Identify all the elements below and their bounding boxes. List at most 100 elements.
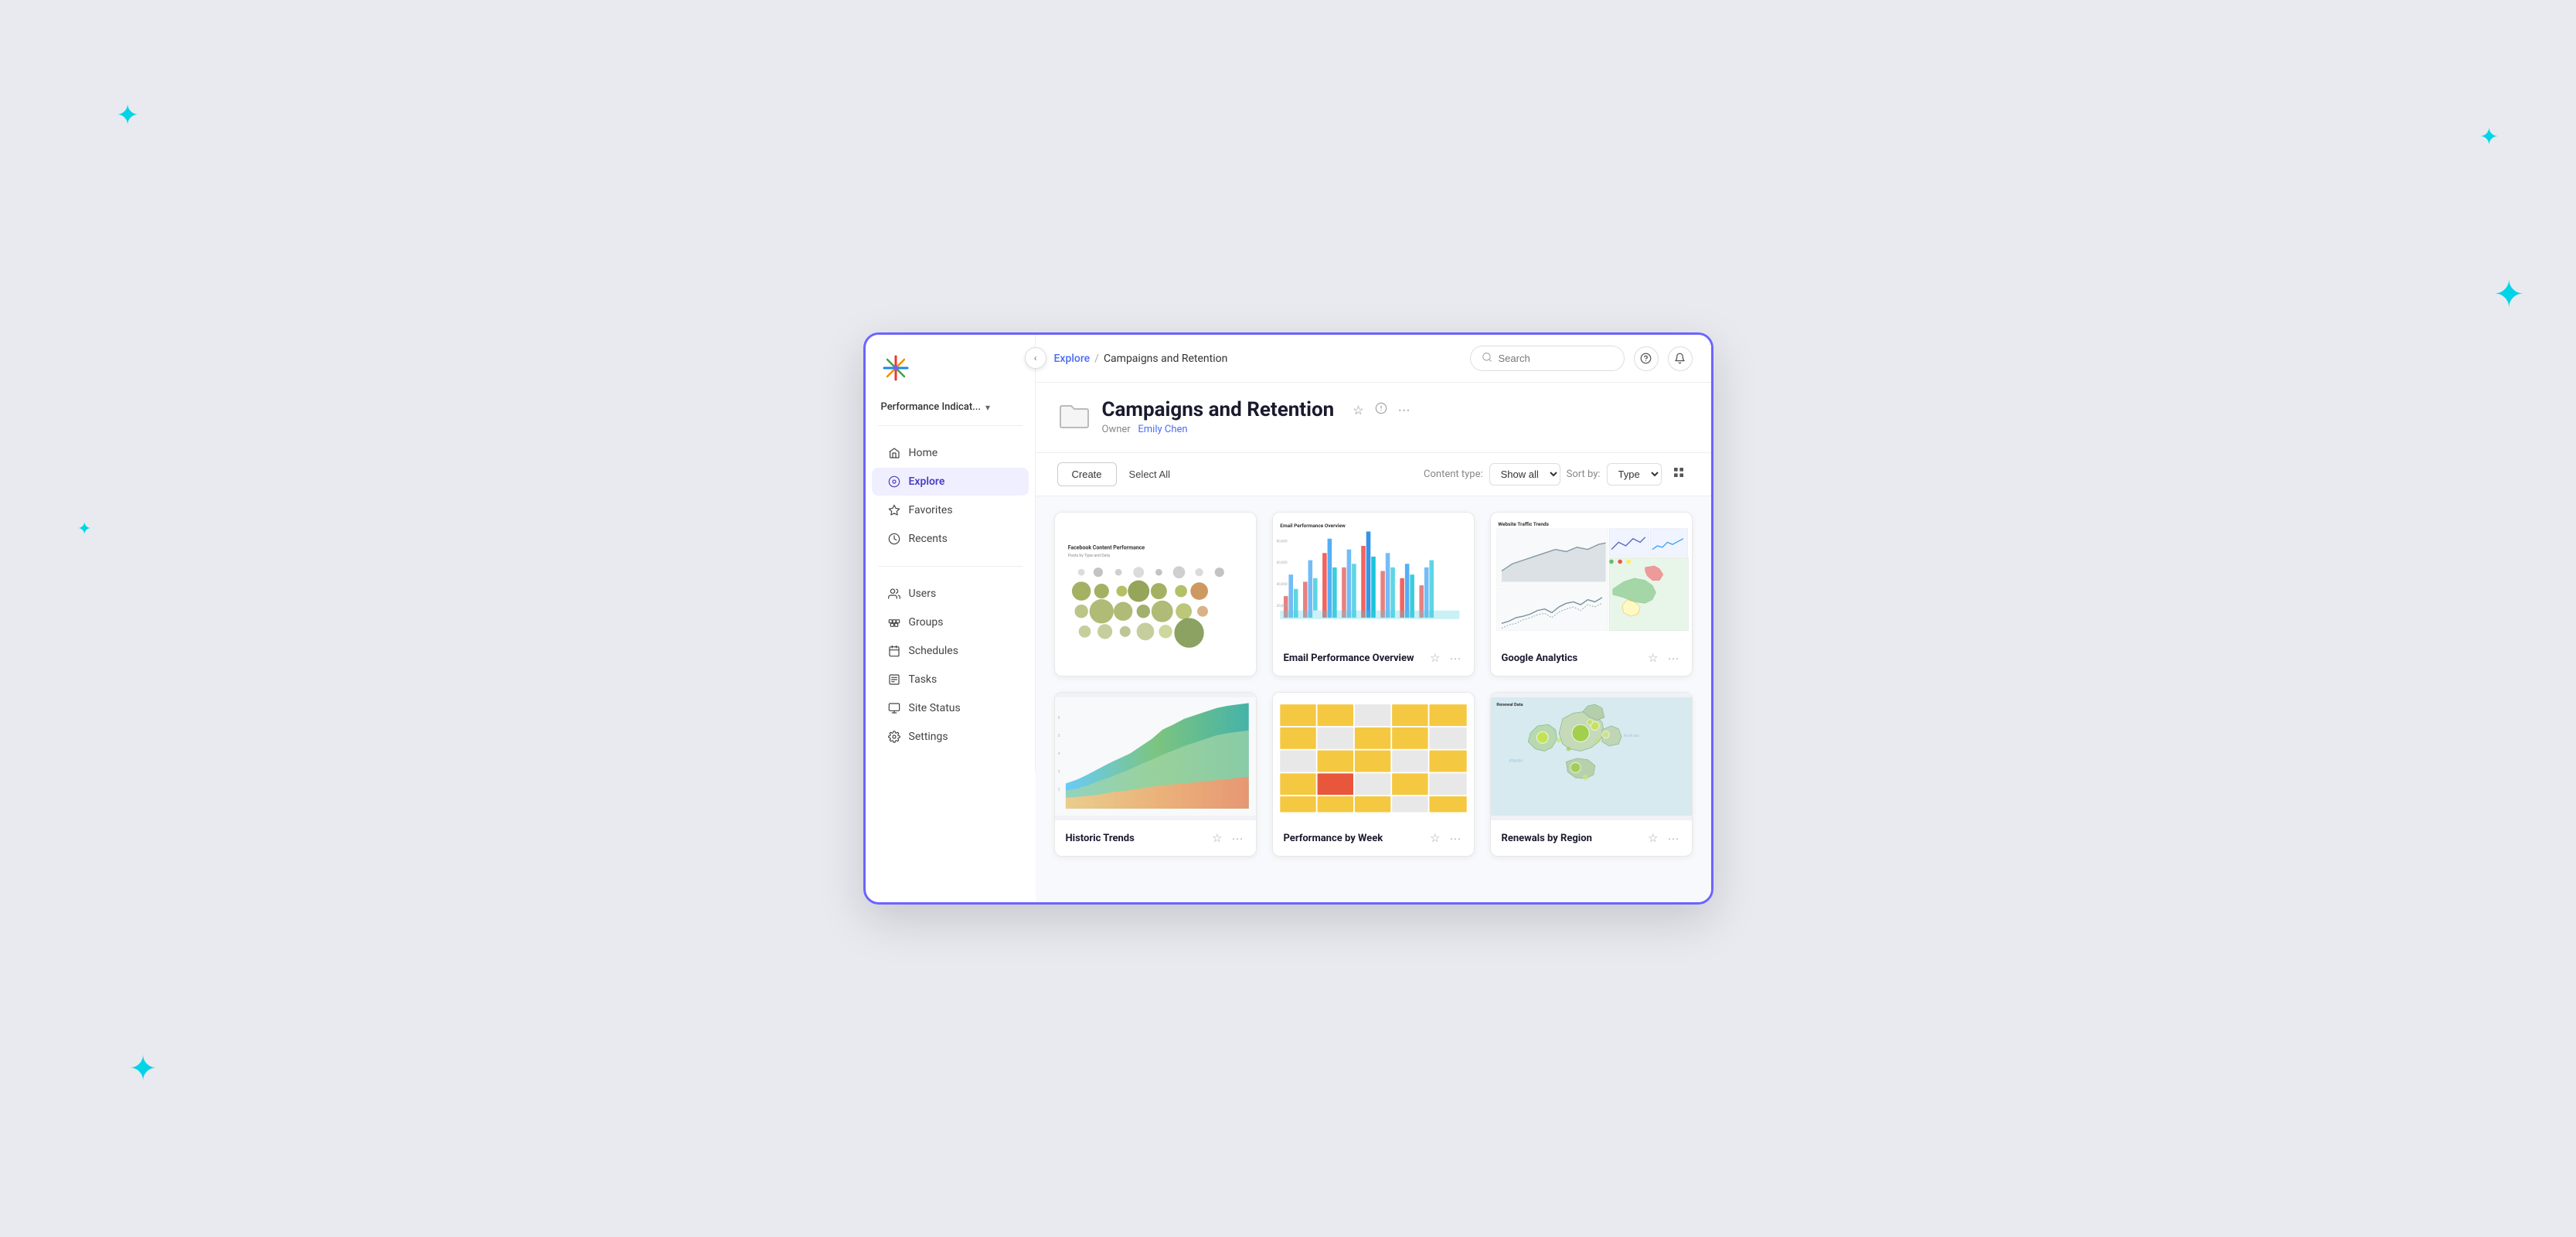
card-grid: Facebook Content Performance Posts by Ty… bbox=[1054, 512, 1693, 857]
sidebar-collapse-button[interactable]: ‹ bbox=[1025, 347, 1046, 369]
card-footer-performance-week: Performance by Week ☆ ··· bbox=[1273, 820, 1474, 856]
card-renewals-region[interactable]: Renewal Data bbox=[1490, 692, 1693, 857]
breadcrumb-explore[interactable]: Explore bbox=[1054, 353, 1091, 365]
create-button[interactable]: Create bbox=[1057, 462, 1117, 486]
card-actions-performance-week: ☆ ··· bbox=[1428, 830, 1462, 847]
star-button-performance-week[interactable]: ☆ bbox=[1428, 830, 1441, 847]
folder-icon bbox=[1057, 400, 1091, 434]
sparkle-decoration-4: ✦ bbox=[2479, 124, 2499, 151]
svg-text:2: 2 bbox=[1057, 788, 1060, 792]
content-type-select[interactable]: Show all bbox=[1489, 463, 1560, 486]
card-performance-week[interactable]: Performance by Week ☆ ··· bbox=[1272, 692, 1475, 857]
svg-text:4: 4 bbox=[1057, 751, 1060, 756]
star-button-email-performance[interactable]: ☆ bbox=[1428, 649, 1441, 666]
more-options-button[interactable]: ··· bbox=[1397, 402, 1412, 419]
search-icon bbox=[1482, 351, 1492, 366]
sidebar-item-tasks-label: Tasks bbox=[909, 673, 938, 686]
owner-name[interactable]: Emily Chen bbox=[1138, 424, 1187, 435]
search-input[interactable] bbox=[1499, 353, 1613, 364]
card-historic-trends[interactable]: 6 5 4 3 2 bbox=[1054, 692, 1257, 857]
sidebar-item-settings[interactable]: Settings bbox=[872, 723, 1029, 751]
more-button-google-analytics[interactable]: ··· bbox=[1666, 650, 1681, 666]
sidebar-item-explore-label: Explore bbox=[909, 475, 945, 488]
sidebar-item-tasks[interactable]: Tasks bbox=[872, 666, 1029, 693]
more-button-historic-trends[interactable]: ··· bbox=[1230, 830, 1245, 847]
card-actions-email-performance: ☆ ··· bbox=[1428, 649, 1462, 666]
breadcrumb-current: Campaigns and Retention bbox=[1104, 353, 1227, 365]
sort-select[interactable]: Type bbox=[1607, 463, 1662, 486]
settings-icon bbox=[887, 730, 901, 744]
toolbar-right: Content type: Show all Sort by: Type bbox=[1424, 463, 1689, 486]
sidebar-item-recents-label: Recents bbox=[909, 533, 948, 545]
card-footer-email-performance: Email Performance Overview ☆ ··· bbox=[1273, 640, 1474, 676]
card-thumbnail-performance-week bbox=[1273, 693, 1474, 820]
groups-icon bbox=[887, 615, 901, 629]
sparkle-decoration-2: ✦ bbox=[77, 520, 91, 539]
workspace-selector[interactable]: Performance Indicat... ▾ bbox=[866, 395, 1035, 419]
svg-text:Posts by Type and Data: Posts by Type and Data bbox=[1067, 554, 1110, 558]
breadcrumb: Explore / Campaigns and Retention bbox=[1054, 353, 1228, 365]
folder-title-row: Campaigns and Retention ☆ ··· Owner Emi bbox=[1057, 398, 1690, 435]
sidebar-item-site-status[interactable]: Site Status bbox=[872, 694, 1029, 722]
sidebar-item-groups-label: Groups bbox=[909, 616, 944, 629]
sidebar-item-favorites[interactable]: Favorites bbox=[872, 496, 1029, 524]
grid-view-button[interactable] bbox=[1668, 464, 1690, 486]
card-actions-google-analytics: ☆ ··· bbox=[1646, 649, 1680, 666]
primary-nav: Home Explore Favorites bbox=[866, 432, 1035, 560]
card-email-performance[interactable]: Email Performance Overview bbox=[1272, 512, 1475, 676]
users-icon bbox=[887, 587, 901, 601]
card-footer-google-analytics: Google Analytics ☆ ··· bbox=[1491, 640, 1692, 676]
main-content: Explore / Campaigns and Retention bbox=[1036, 335, 1711, 902]
page-meta: Owner Emily Chen bbox=[1102, 424, 1412, 435]
svg-text:60,000: 60,000 bbox=[1276, 561, 1287, 565]
content-toolbar: Create Select All Content type: Show all… bbox=[1036, 453, 1711, 496]
admin-nav: Users Groups Schedules bbox=[866, 573, 1035, 758]
app-window: Performance Indicat... ▾ Home Explore bbox=[863, 332, 1713, 905]
nav-divider-1 bbox=[878, 425, 1023, 426]
svg-text:3: 3 bbox=[1057, 770, 1060, 775]
svg-text:40,000: 40,000 bbox=[1276, 582, 1287, 587]
toolbar-left: Create Select All bbox=[1057, 462, 1174, 486]
page-header: Campaigns and Retention ☆ ··· Owner Emi bbox=[1036, 383, 1711, 453]
sidebar-item-groups[interactable]: Groups bbox=[872, 608, 1029, 636]
info-button[interactable] bbox=[1373, 400, 1389, 420]
star-button-google-analytics[interactable]: ☆ bbox=[1646, 649, 1659, 666]
content-type-label: Content type: bbox=[1424, 469, 1483, 480]
favorite-title-button[interactable]: ☆ bbox=[1351, 401, 1365, 420]
app-logo bbox=[881, 353, 910, 383]
notifications-button[interactable] bbox=[1668, 346, 1693, 371]
nav-divider-2 bbox=[878, 566, 1023, 567]
title-actions: ☆ ··· bbox=[1351, 400, 1411, 420]
sidebar-item-home[interactable]: Home bbox=[872, 439, 1029, 467]
select-all-button[interactable]: Select All bbox=[1126, 463, 1173, 486]
card-title-google-analytics: Google Analytics bbox=[1502, 653, 1578, 664]
sidebar-item-schedules[interactable]: Schedules bbox=[872, 637, 1029, 665]
card-thumbnail-google-analytics: Website Traffic Trends bbox=[1491, 513, 1692, 640]
svg-text:Facebook Content Performance: Facebook Content Performance bbox=[1067, 545, 1145, 551]
sidebar-item-recents[interactable]: Recents bbox=[872, 525, 1029, 553]
card-content-performance[interactable]: Facebook Content Performance Posts by Ty… bbox=[1054, 512, 1257, 676]
sidebar-item-explore[interactable]: Explore bbox=[872, 468, 1029, 496]
search-box[interactable] bbox=[1470, 346, 1625, 371]
monitor-icon bbox=[887, 701, 901, 715]
svg-text:Renewal Data: Renewal Data bbox=[1496, 703, 1523, 707]
more-button-email-performance[interactable]: ··· bbox=[1448, 650, 1463, 666]
content-area: Facebook Content Performance Posts by Ty… bbox=[1036, 496, 1711, 902]
svg-text:Email Performance Overview: Email Performance Overview bbox=[1280, 523, 1346, 529]
card-google-analytics[interactable]: Website Traffic Trends bbox=[1490, 512, 1693, 676]
help-button[interactable] bbox=[1634, 346, 1659, 371]
card-footer-historic-trends: Historic Trends ☆ ··· bbox=[1055, 820, 1256, 856]
workspace-name: Performance Indicat... bbox=[881, 401, 982, 413]
card-actions-renewals-region: ☆ ··· bbox=[1646, 830, 1680, 847]
sparkle-decoration-5: ✦ bbox=[2493, 272, 2524, 316]
topbar: Explore / Campaigns and Retention bbox=[1036, 335, 1711, 383]
more-button-renewals-region[interactable]: ··· bbox=[1666, 830, 1681, 847]
star-button-historic-trends[interactable]: ☆ bbox=[1210, 830, 1223, 847]
sort-label: Sort by: bbox=[1567, 469, 1601, 480]
more-button-performance-week[interactable]: ··· bbox=[1448, 830, 1463, 847]
sidebar-item-users[interactable]: Users bbox=[872, 580, 1029, 608]
star-button-renewals-region[interactable]: ☆ bbox=[1646, 830, 1659, 847]
svg-text:North Sea: North Sea bbox=[1623, 734, 1639, 738]
card-thumbnail-historic-trends: 6 5 4 3 2 bbox=[1055, 693, 1256, 820]
card-thumbnail-renewals-region: Renewal Data bbox=[1491, 693, 1692, 820]
